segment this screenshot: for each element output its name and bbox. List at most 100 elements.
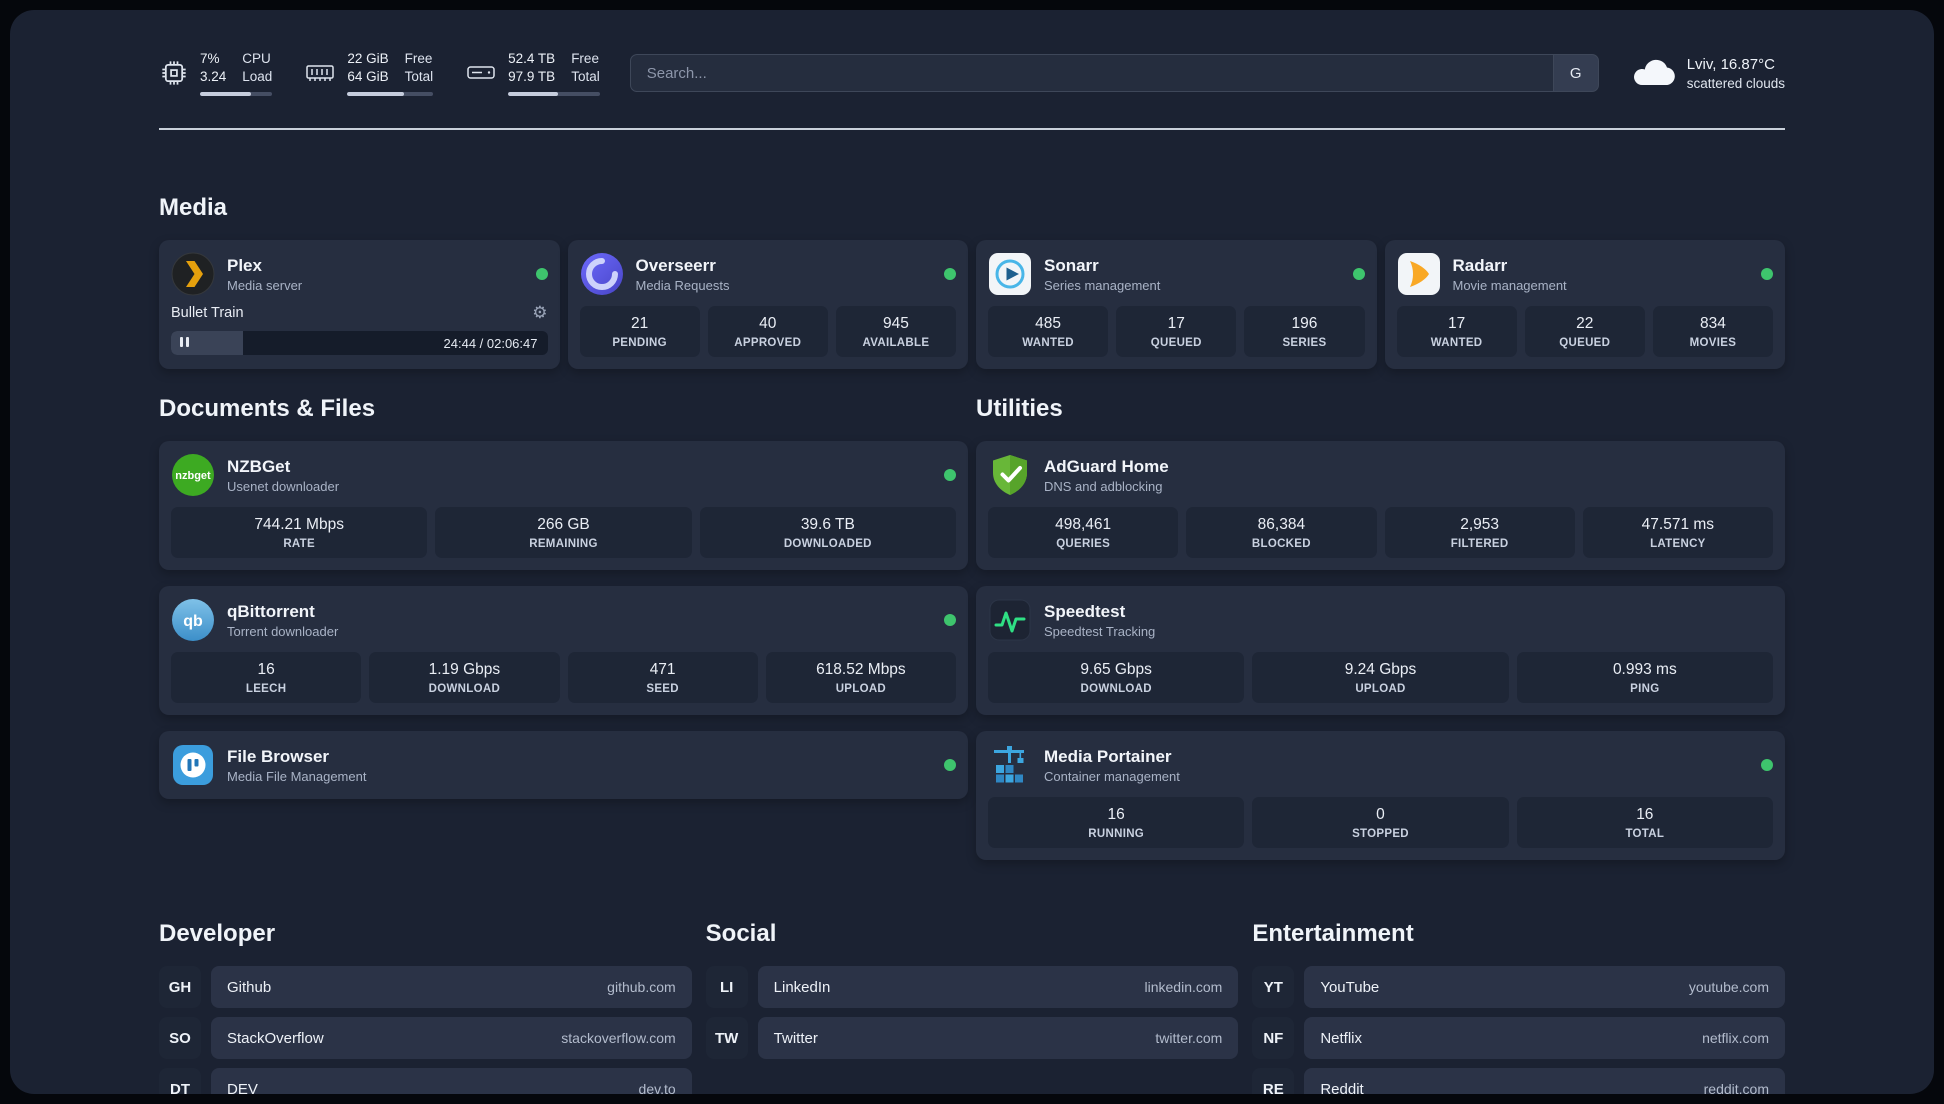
overseerr-icon (580, 252, 624, 296)
status-dot (944, 759, 956, 771)
stat-queries: 498,461 QUERIES (988, 507, 1179, 558)
service-card-speedtest[interactable]: Speedtest Speedtest Tracking 9.65 Gbps DO… (976, 586, 1785, 715)
gear-icon[interactable]: ⚙ (532, 304, 547, 321)
service-name: Radarr (1452, 255, 1508, 275)
stat-seed: 471 SEED (567, 652, 758, 703)
twitter-abbr-tile[interactable]: TW (705, 1017, 748, 1059)
sonarr-icon (988, 252, 1032, 296)
service-subtitle: Container management (1044, 768, 1180, 784)
bookmark-stackoverflow[interactable]: SO StackOverflow stackoverflow.com (159, 1017, 692, 1059)
youtube-link[interactable]: YouTube youtube.com (1304, 966, 1785, 1008)
linkedin-link[interactable]: LinkedIn linkedin.com (757, 966, 1239, 1008)
service-card-qbittorrent[interactable]: qb qBittorrent Torrent downloader 16 LEEC… (159, 586, 968, 715)
bookmark-dev[interactable]: DT DEV dev.to (159, 1068, 692, 1094)
weather-widget: Lviv, 16.87°C scattered clouds (1629, 55, 1785, 92)
stat-series: 196 SERIES (1244, 306, 1365, 357)
media-section-title: Media (159, 194, 228, 221)
bookmark-github[interactable]: GH Github github.com (159, 966, 692, 1008)
status-dot (535, 268, 548, 280)
disk-progress-fill (508, 92, 558, 97)
service-name: Speedtest (1044, 601, 1126, 621)
youtube-abbr-tile[interactable]: YT (1252, 966, 1295, 1008)
stat-stopped: 0 STOPPED (1252, 797, 1509, 848)
bookmark-youtube[interactable]: YT YouTube youtube.com (1252, 966, 1785, 1008)
disk-total-label: Total (571, 69, 600, 84)
stat-leech: 16 LEECH (171, 652, 362, 703)
memory-progress-fill (347, 92, 404, 97)
disk-icon (465, 58, 497, 88)
service-card-filebrowser[interactable]: File Browser Media File Management (159, 731, 968, 799)
stackoverflow-abbr-tile[interactable]: SO (159, 1017, 201, 1059)
search-input[interactable] (629, 54, 1553, 92)
service-card-radarr[interactable]: Radarr Movie management 17 WANTED 22 QUEUE… (1384, 240, 1785, 369)
memory-widget: 22 GiB 64 GiB Free Total (304, 50, 434, 97)
search-bar: G (629, 54, 1599, 92)
dev-link[interactable]: DEV dev.to (211, 1068, 692, 1094)
status-dot (1761, 268, 1773, 280)
netflix-link[interactable]: Netflix netflix.com (1304, 1017, 1785, 1059)
github-link[interactable]: Github github.com (211, 966, 692, 1008)
service-card-portainer[interactable]: Media Portainer Container management 16 R… (976, 731, 1785, 860)
pause-icon[interactable] (180, 334, 192, 352)
reddit-abbr-tile[interactable]: RE (1252, 1068, 1295, 1094)
stat-running: 16 RUNNING (988, 797, 1245, 848)
memory-total-value: 64 GiB (347, 69, 389, 84)
section-documents-files: Documents & Files nzbget NZBGet Usenet d… (159, 395, 968, 860)
memory-total-label: Total (404, 69, 434, 84)
service-subtitle: DNS and adblocking (1044, 478, 1163, 494)
cpu-load-value: 3.24 (200, 69, 227, 84)
service-card-sonarr[interactable]: Sonarr Series management 485 WANTED 17 QUE… (976, 240, 1377, 369)
cpu-widget: 7% 3.24 CPU Load (159, 50, 273, 97)
header-divider (159, 128, 1785, 130)
memory-free-label: Free (404, 50, 433, 66)
portainer-icon (988, 743, 1032, 787)
service-subtitle: Torrent downloader (227, 623, 339, 639)
service-subtitle: Usenet downloader (227, 478, 340, 494)
adguard-icon (988, 453, 1032, 497)
stat-download: 1.19 Gbps DOWNLOAD (369, 652, 560, 703)
service-name: NZBGet (227, 456, 291, 476)
stat-ping: 0.993 ms PING (1516, 652, 1773, 703)
service-subtitle: Speedtest Tracking (1044, 623, 1156, 639)
stackoverflow-link[interactable]: StackOverflow stackoverflow.com (211, 1017, 692, 1059)
top-bar: 7% 3.24 CPU Load 22 GiB 64 GiB Free Tota… (159, 44, 1785, 102)
dev-abbr-tile[interactable]: DT (159, 1068, 201, 1094)
service-subtitle: Series management (1044, 277, 1161, 293)
cpu-usage-value: 7% (200, 50, 220, 66)
service-card-overseerr[interactable]: Overseerr Media Requests 21 PENDING 40 APP… (567, 240, 968, 369)
service-card-adguard[interactable]: AdGuard Home DNS and adblocking 498,461 Q… (976, 441, 1785, 570)
service-card-nzbget[interactable]: nzbget NZBGet Usenet downloader 744.21 M… (159, 441, 968, 570)
svg-text:qb: qb (183, 613, 203, 630)
netflix-abbr-tile[interactable]: NF (1252, 1017, 1295, 1059)
dashboard: 7% 3.24 CPU Load 22 GiB 64 GiB Free Tota… (10, 10, 1934, 1094)
section-utilities: Utilities AdGuard Home DNS and adblockin… (976, 395, 1785, 860)
weather-condition: scattered clouds (1686, 75, 1785, 91)
bookmark-group-developer: Developer GH Github github.com SO StackO… (159, 920, 692, 1094)
github-abbr-tile[interactable]: GH (159, 966, 201, 1008)
entertainment-group-title: Entertainment (1252, 920, 1414, 947)
playback-time: 24:44 / 02:06:47 (443, 335, 538, 351)
playback-progress-bar[interactable]: 24:44 / 02:06:47 (171, 331, 548, 355)
search-engine-button[interactable]: G (1552, 54, 1599, 92)
service-name: Overseerr (635, 255, 716, 275)
linkedin-abbr-tile[interactable]: LI (705, 966, 748, 1008)
service-name: File Browser (227, 746, 330, 766)
service-name: Media Portainer (1044, 746, 1172, 766)
stat-download: 9.65 Gbps DOWNLOAD (988, 652, 1245, 703)
resource-widgets: 7% 3.24 CPU Load 22 GiB 64 GiB Free Tota… (159, 50, 600, 97)
twitter-link[interactable]: Twitter twitter.com (757, 1017, 1239, 1059)
nzbget-icon: nzbget (171, 453, 215, 497)
bookmark-twitter[interactable]: TW Twitter twitter.com (705, 1017, 1239, 1059)
qbittorrent-icon: qb (171, 598, 215, 642)
stat-remaining: 266 GB REMAINING (435, 507, 692, 558)
bookmark-netflix[interactable]: NF Netflix netflix.com (1252, 1017, 1785, 1059)
reddit-link[interactable]: Reddit reddit.com (1304, 1068, 1785, 1094)
developer-group-title: Developer (159, 920, 276, 947)
cpu-icon (159, 58, 189, 88)
bookmark-reddit[interactable]: RE Reddit reddit.com (1252, 1068, 1785, 1094)
bookmark-linkedin[interactable]: LI LinkedIn linkedin.com (705, 966, 1239, 1008)
cloud-icon (1629, 55, 1675, 92)
service-card-plex[interactable]: Plex Media server Bullet Train ⚙ 24:44 /… (159, 240, 560, 369)
cpu-label: CPU (242, 50, 271, 66)
cpu-progress-fill (200, 92, 251, 97)
